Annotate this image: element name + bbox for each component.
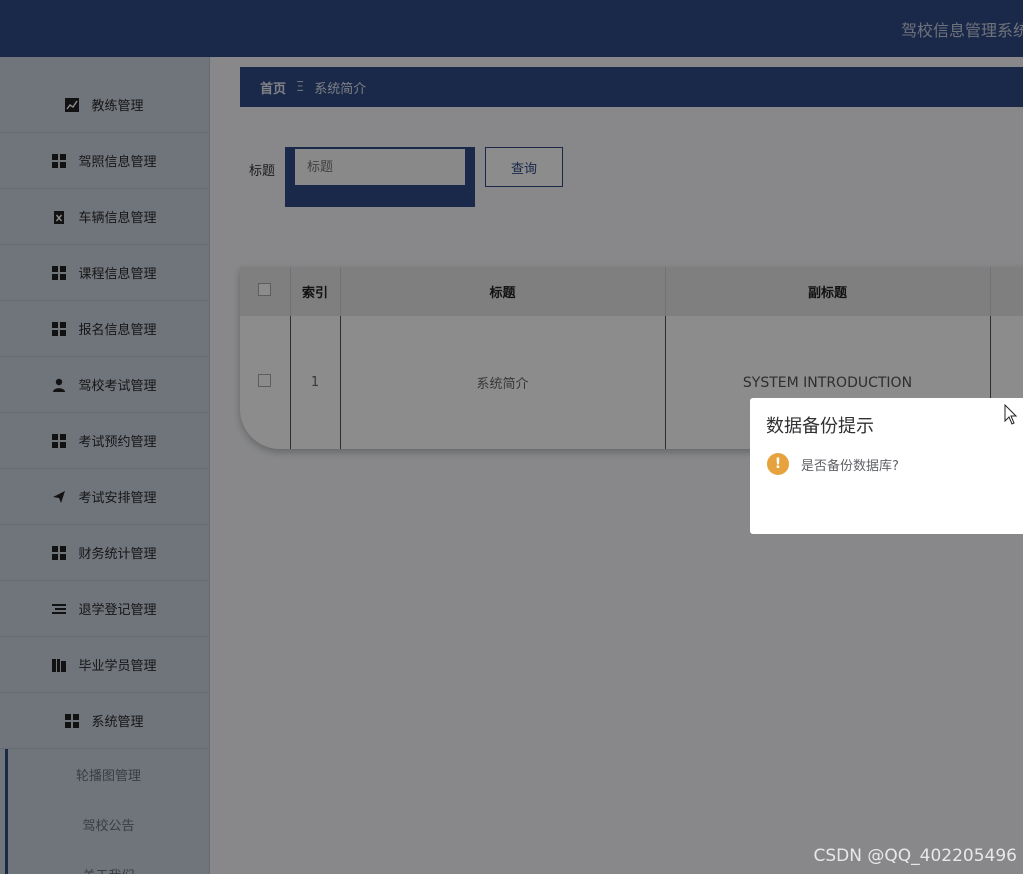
- watermark: CSDN @QQ_402205496: [813, 846, 1017, 866]
- dialog-body: ! 是否备份数据库?: [767, 453, 899, 475]
- dialog-title: 数据备份提示: [766, 416, 874, 437]
- dialog-message: 是否备份数据库?: [801, 458, 899, 474]
- mouse-cursor-icon: [1004, 404, 1018, 425]
- backup-confirm-dialog: 数据备份提示 ! 是否备份数据库?: [750, 398, 1023, 534]
- warning-icon: !: [767, 453, 789, 475]
